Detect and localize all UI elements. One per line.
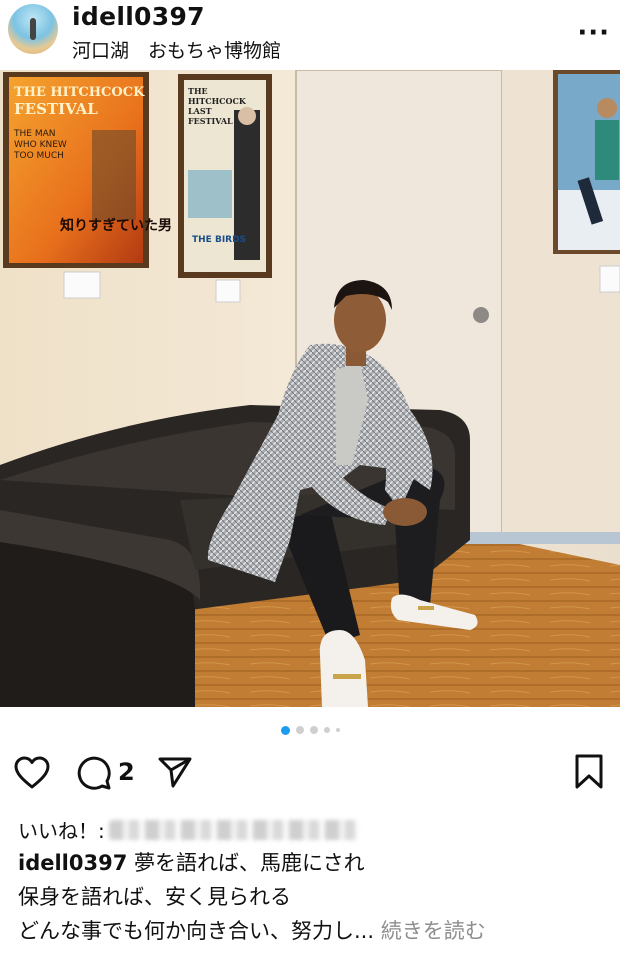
post-location[interactable]: 河口湖 おもちゃ博物館 (72, 36, 281, 63)
caption-line-2: 保身を語れば、安く見られる (18, 885, 291, 909)
carousel-indicator (0, 722, 620, 738)
svg-text:THE: THE (188, 86, 208, 96)
post-username[interactable]: idell0397 (72, 2, 205, 31)
poster-right (553, 70, 620, 254)
carousel-dot-active (280, 725, 290, 735)
caption-line-1: 夢を語れば、馬鹿にされ (134, 851, 365, 875)
send-icon[interactable] (158, 756, 192, 788)
svg-text:WHO KNEW: WHO KNEW (14, 140, 67, 150)
likes-label: いいね！: (18, 819, 105, 843)
svg-text:FESTIVAL: FESTIVAL (188, 116, 233, 126)
svg-text:THE MAN: THE MAN (13, 129, 55, 139)
post-header: idell0397 河口湖 おもちゃ博物館 ··· (0, 0, 620, 70)
comment-count: 2 (118, 758, 135, 786)
comment-icon[interactable] (76, 755, 112, 791)
ellipsis-icon[interactable]: ··· (577, 18, 610, 48)
caption-line-3: どんな事でも何か向き合い、努力し... (18, 919, 375, 943)
svg-text:LAST: LAST (188, 106, 212, 116)
svg-text:THE BIRDS: THE BIRDS (192, 235, 246, 245)
svg-text:知りすぎていた男: 知りすぎていた男 (60, 217, 172, 234)
carousel-dot (335, 728, 340, 732)
post-caption: idell0397 夢を語れば、馬鹿にされ 保身を語れば、安く見られる どんな事… (18, 846, 613, 948)
caption-username[interactable]: idell0397 (18, 851, 127, 875)
heart-icon[interactable] (14, 756, 50, 790)
poster-the-birds: THE HITCHCOCK LAST FESTIVAL THE BIRDS (178, 74, 272, 278)
read-more-link[interactable]: 続きを読む (381, 919, 486, 943)
photo-scene: THE HITCHCOCK FESTIVAL THE MAN WHO KNEW … (0, 70, 620, 707)
action-bar: 2 (0, 752, 620, 794)
avatar[interactable] (8, 4, 58, 54)
svg-text:TOO MUCH: TOO MUCH (13, 151, 64, 161)
post-photo[interactable]: THE HITCHCOCK FESTIVAL THE MAN WHO KNEW … (0, 70, 620, 707)
svg-text:FESTIVAL: FESTIVAL (14, 100, 98, 118)
svg-text:THE HITCHCOCK: THE HITCHCOCK (14, 85, 145, 100)
svg-text:HITCHCOCK: HITCHCOCK (188, 96, 247, 106)
carousel-dot (323, 727, 330, 733)
likes-row[interactable]: いいね！: (18, 815, 359, 844)
bookmark-icon[interactable] (574, 754, 604, 790)
blurred-liker-names (108, 819, 359, 840)
poster-the-man-who-knew-too-much: THE HITCHCOCK FESTIVAL THE MAN WHO KNEW … (3, 72, 172, 268)
carousel-dot (295, 726, 304, 734)
carousel-dot (309, 726, 318, 734)
